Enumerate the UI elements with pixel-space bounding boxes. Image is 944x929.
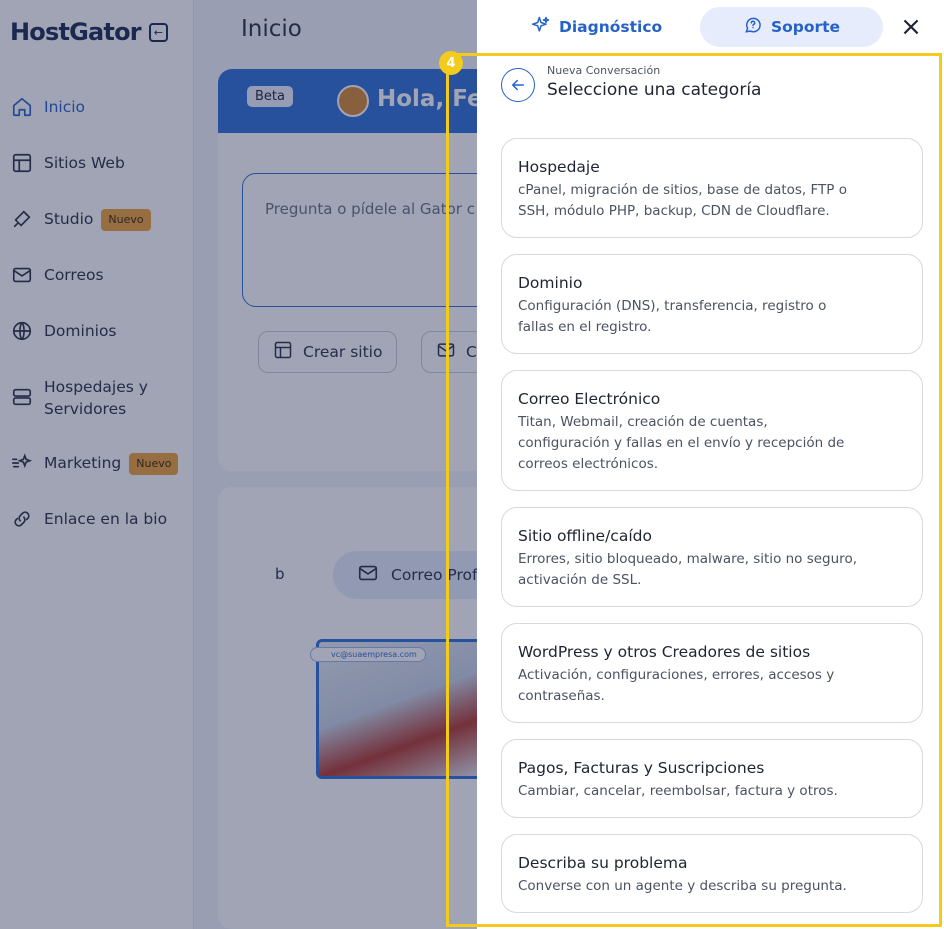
highlight-frame <box>446 53 942 927</box>
highlight-number-badge: 4 <box>439 51 463 75</box>
sparkle-icon <box>531 15 551 39</box>
close-icon[interactable]: × <box>900 14 922 40</box>
tab-soporte[interactable]: Soporte <box>700 7 883 47</box>
chat-help-icon <box>743 15 763 39</box>
tab-label: Soporte <box>770 18 841 36</box>
tab-diagnostico[interactable]: Diagnóstico <box>531 7 662 47</box>
panel-tabs: Diagnóstico Soporte × <box>477 0 944 54</box>
tab-label: Diagnóstico <box>559 18 663 36</box>
